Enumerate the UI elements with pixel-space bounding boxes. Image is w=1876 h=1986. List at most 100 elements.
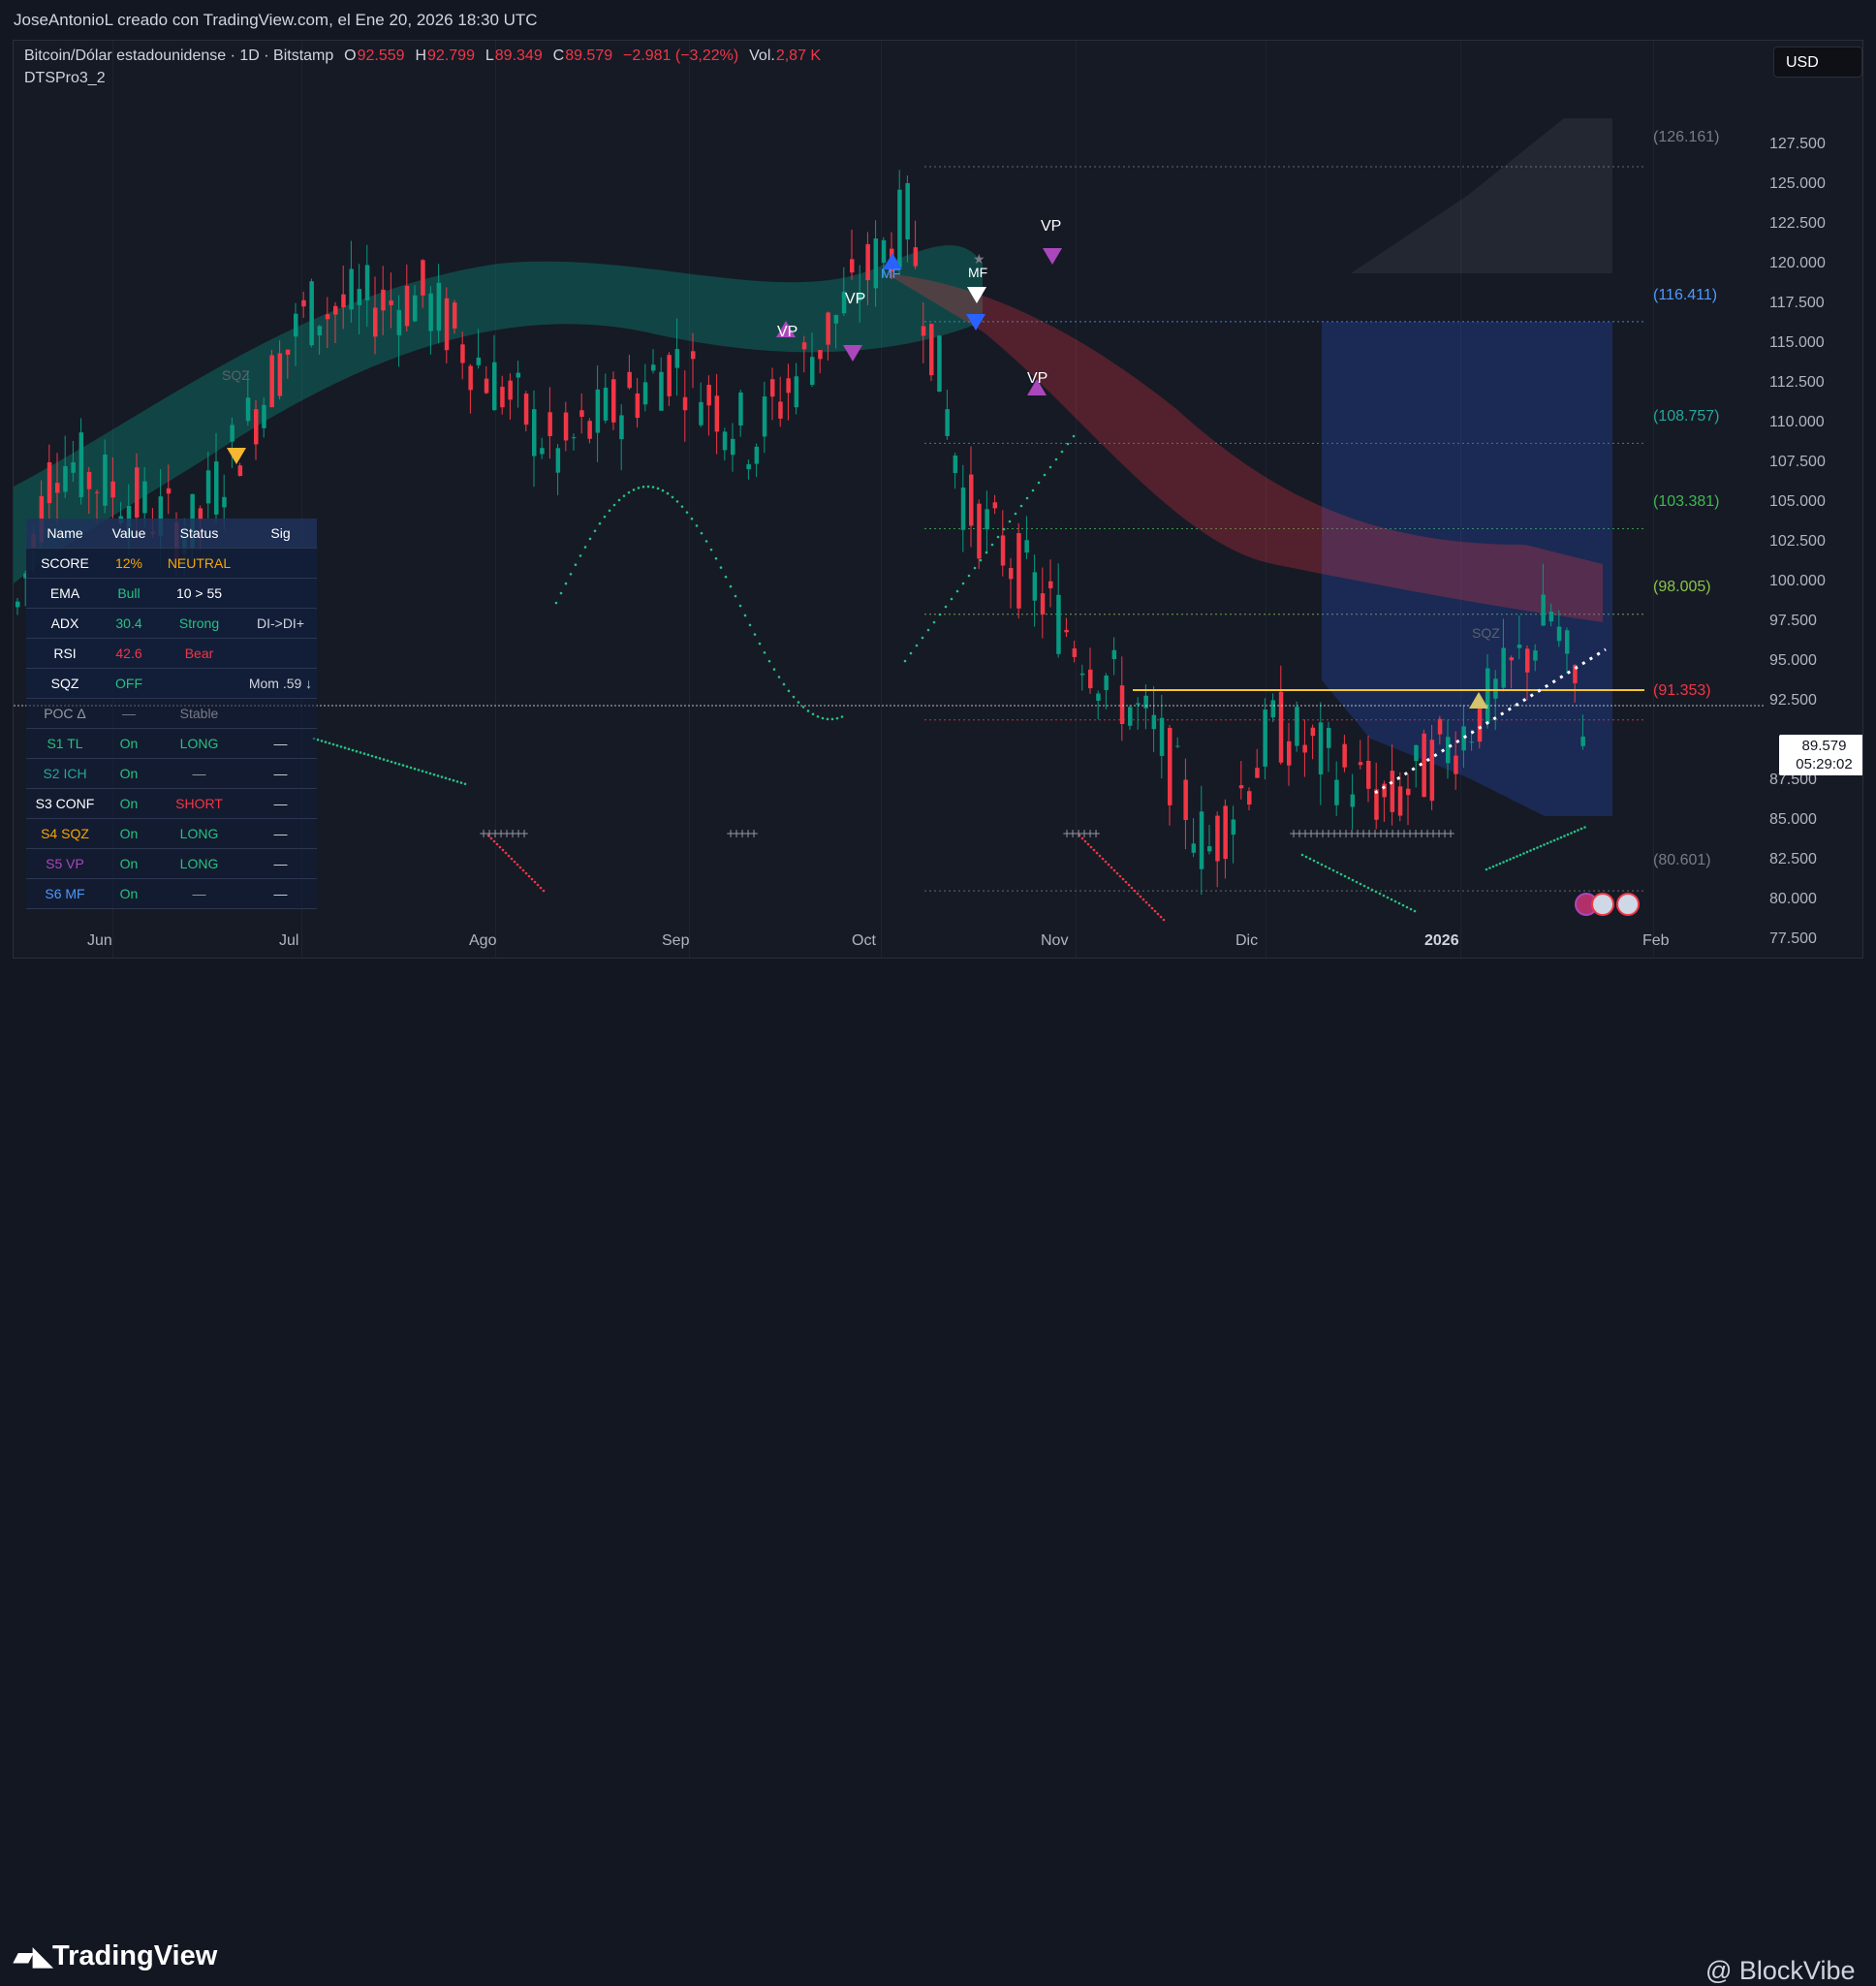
chart-mark bbox=[753, 633, 757, 636]
chart-mark bbox=[1304, 855, 1308, 859]
tradingview-logo[interactable]: ▰◣TradingView bbox=[14, 1940, 217, 1972]
mf-label: MF bbox=[881, 266, 901, 281]
chart-mark bbox=[373, 307, 378, 337]
chart-mark bbox=[1583, 826, 1586, 829]
chart-mark bbox=[413, 295, 418, 322]
chart-mark bbox=[1477, 704, 1483, 742]
chart-mark bbox=[1533, 650, 1538, 661]
time-tick: 2026 bbox=[1424, 932, 1459, 949]
chart-mark bbox=[436, 282, 442, 331]
chart-mark bbox=[840, 715, 844, 718]
chart-mark bbox=[1037, 481, 1041, 485]
table-cell-value: On bbox=[119, 826, 139, 841]
chart-mark bbox=[921, 326, 926, 336]
chart-mark bbox=[826, 312, 830, 345]
chart-mark bbox=[1397, 901, 1401, 905]
table-row: EMA Bull 10 > 55 bbox=[26, 579, 317, 609]
price-tick: 125.000 bbox=[1769, 175, 1826, 192]
chart-mark bbox=[440, 775, 444, 778]
chart-mark bbox=[262, 404, 266, 428]
chart-mark bbox=[1095, 851, 1099, 855]
chart-mark bbox=[1518, 853, 1522, 857]
chart-mark bbox=[671, 495, 674, 499]
chart-mark bbox=[1516, 645, 1522, 648]
chart-mark bbox=[1139, 895, 1142, 898]
chart-mark bbox=[873, 238, 879, 289]
chart-mark bbox=[985, 509, 989, 530]
chart-mark bbox=[1043, 248, 1062, 265]
table-cell-name: S2 ICH bbox=[43, 766, 87, 781]
chart-mark bbox=[254, 409, 259, 445]
chart-mark bbox=[421, 770, 424, 772]
chart-mark bbox=[1577, 829, 1579, 832]
chart-mark bbox=[1374, 890, 1378, 894]
chart-mark bbox=[1231, 819, 1236, 835]
chart-mark bbox=[833, 315, 839, 324]
chart-mark bbox=[1056, 594, 1061, 654]
table-header: Name Value Status Sig bbox=[26, 519, 317, 549]
table-cell-name: S3 CONF bbox=[35, 796, 95, 811]
chart-pane[interactable]: Bitcoin/Dólar estadounidense · 1D · Bits… bbox=[13, 40, 1863, 959]
chart-mark bbox=[667, 355, 672, 396]
chart-mark bbox=[508, 380, 513, 400]
chart-mark bbox=[777, 676, 781, 678]
chart-mark bbox=[468, 365, 473, 391]
chart-mark bbox=[1066, 442, 1070, 446]
chart-mark bbox=[510, 857, 514, 861]
chart-mark bbox=[1014, 512, 1017, 516]
chart-mark bbox=[835, 716, 839, 720]
chart-mark bbox=[937, 335, 942, 392]
price-tick: 92.500 bbox=[1769, 692, 1817, 709]
chart-mark bbox=[1270, 700, 1276, 718]
chart-mark bbox=[811, 712, 815, 716]
chart-mark bbox=[1143, 695, 1148, 709]
price-tick: 82.500 bbox=[1769, 851, 1817, 867]
time-tick: Ago bbox=[469, 932, 497, 949]
table-cell-name: SCORE bbox=[41, 555, 89, 571]
chart-mark bbox=[349, 268, 354, 310]
chart-mark bbox=[341, 294, 346, 308]
vp-label: VP bbox=[777, 324, 798, 340]
chart-mark bbox=[786, 378, 791, 394]
chart-mark bbox=[635, 393, 641, 419]
chart-mark bbox=[542, 889, 546, 893]
chart-mark bbox=[806, 709, 810, 712]
table-cell-name: S4 SQZ bbox=[41, 826, 89, 841]
table-header-cell: Name bbox=[47, 525, 83, 541]
table-cell-status: NEUTRAL bbox=[167, 555, 232, 571]
chart-mark bbox=[404, 285, 410, 327]
chart-mark bbox=[1159, 717, 1165, 756]
chart-mark bbox=[335, 743, 339, 747]
chart-mark bbox=[763, 651, 766, 654]
chart-mark bbox=[651, 364, 656, 371]
chart-mark bbox=[574, 563, 578, 567]
chart-mark bbox=[393, 761, 397, 765]
chart-mark bbox=[484, 378, 489, 394]
vp-label: VP bbox=[845, 291, 866, 307]
chart-mark bbox=[1548, 611, 1554, 622]
table-cell-sig: — bbox=[273, 796, 288, 811]
bar-countdown: 05:29:02 bbox=[1796, 756, 1853, 772]
table-cell-sig bbox=[244, 549, 317, 578]
chart-mark bbox=[63, 465, 68, 492]
chart-mark bbox=[1546, 841, 1549, 845]
chart-mark bbox=[1072, 647, 1078, 657]
chart-mark bbox=[1350, 794, 1356, 807]
chart-mark bbox=[1516, 855, 1518, 858]
chart-mark bbox=[333, 305, 338, 315]
chart-mark bbox=[746, 463, 751, 470]
footer: ▰◣TradingView @ BlockVibe bbox=[0, 960, 1876, 1985]
chart-mark bbox=[110, 481, 115, 498]
chart-mark bbox=[1413, 909, 1417, 913]
chart-mark bbox=[1556, 626, 1562, 642]
table-row: S5 VP On LONG — bbox=[26, 849, 317, 879]
chart-mark bbox=[71, 462, 76, 473]
chart-mark bbox=[1488, 867, 1491, 869]
chart-mark bbox=[1469, 741, 1475, 743]
price-tick: 107.500 bbox=[1769, 454, 1826, 470]
price-tick: 85.000 bbox=[1769, 811, 1817, 828]
table-cell-sig: — bbox=[273, 766, 288, 781]
table-row: S6 MF On — — bbox=[26, 879, 317, 909]
chart-mark bbox=[969, 474, 974, 526]
chart-mark bbox=[448, 777, 452, 781]
